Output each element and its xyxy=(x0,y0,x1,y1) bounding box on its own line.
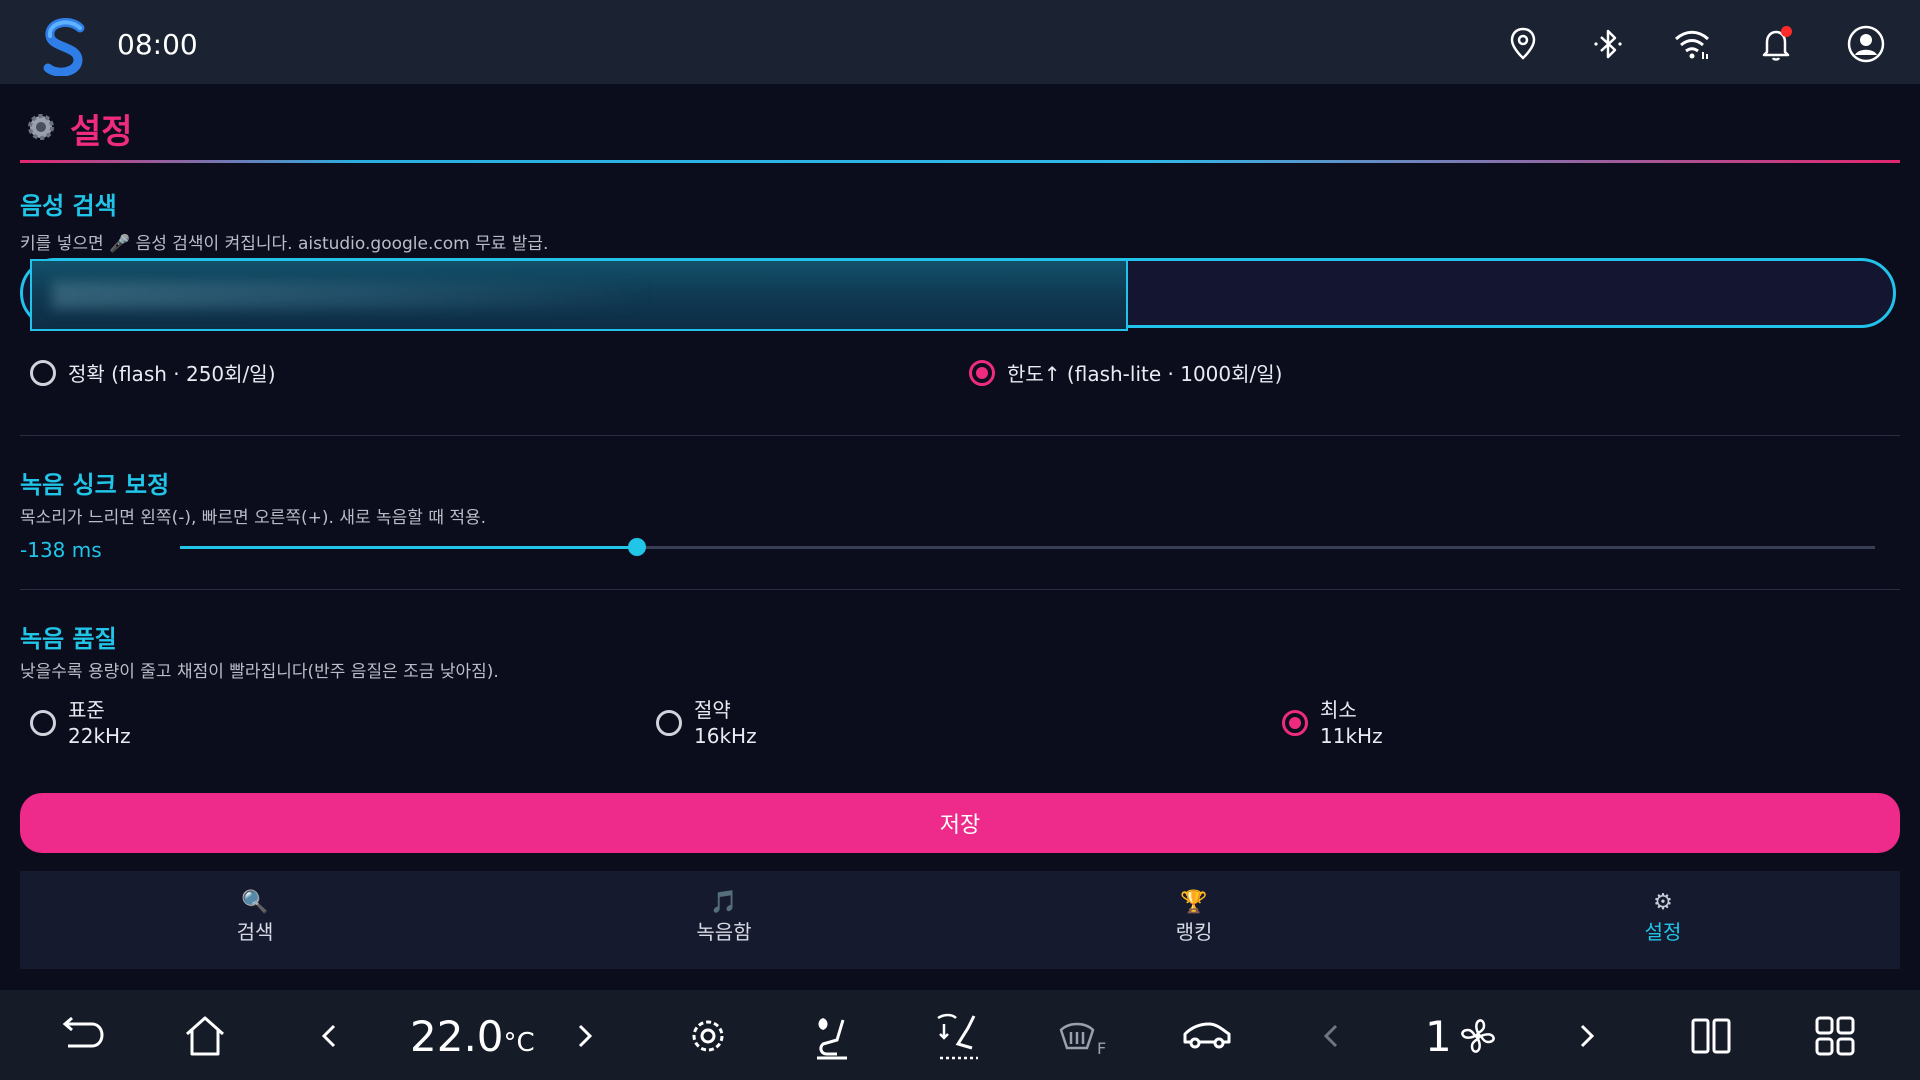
quality-rate: 22kHz xyxy=(68,724,131,748)
voice-option-flash[interactable]: 정확 (flash · 250회/일) xyxy=(30,358,276,387)
location-icon[interactable] xyxy=(1503,24,1543,64)
seat-fan-icon[interactable] xyxy=(807,1010,859,1062)
user-avatar-icon[interactable] xyxy=(1846,24,1886,64)
sync-description: 목소리가 느리면 왼쪽(-), 빠르면 오른쪽(+). 새로 녹음할 때 적용. xyxy=(20,508,487,528)
sync-slider-thumb[interactable] xyxy=(628,538,646,556)
quality-option-saver[interactable]: 절약 16kHz xyxy=(656,697,757,749)
section-divider xyxy=(20,589,1900,590)
page-title: 설정 xyxy=(70,112,133,152)
tab-label: 설정 xyxy=(1644,920,1682,944)
tab-ranking[interactable]: 🏆 랭킹 xyxy=(1094,890,1294,945)
save-button[interactable]: 저장 xyxy=(20,793,1900,853)
quality-rate: 16kHz xyxy=(694,724,757,748)
tab-recordings[interactable]: 🎵 녹음함 xyxy=(624,890,824,945)
wifi-icon[interactable] xyxy=(1672,24,1712,64)
temp-increase-icon[interactable] xyxy=(558,1010,610,1062)
quality-heading: 녹음 품질 xyxy=(20,625,117,653)
quality-option-standard[interactable]: 표준 22kHz xyxy=(30,697,131,749)
quality-option-minimum[interactable]: 최소 11kHz xyxy=(1282,697,1383,749)
quality-name: 최소 xyxy=(1320,698,1357,722)
radio-unselected[interactable] xyxy=(30,359,56,386)
tab-label: 녹음함 xyxy=(696,920,752,944)
quality-rate: 11kHz xyxy=(1320,724,1383,748)
home-icon[interactable] xyxy=(179,1010,231,1062)
gear-icon: ⚙ xyxy=(1653,890,1673,915)
tab-search[interactable]: 🔍 검색 xyxy=(155,890,355,945)
air-direction-icon[interactable] xyxy=(932,1010,984,1062)
tab-label: 검색 xyxy=(236,920,274,944)
radio-selected[interactable] xyxy=(969,359,995,386)
radio-selected[interactable] xyxy=(1282,710,1308,736)
fan-speed-value: 1 xyxy=(1425,1012,1452,1061)
api-key-obscured-value[interactable] xyxy=(30,259,1128,331)
settings-gear-icon[interactable] xyxy=(682,1010,734,1062)
fan-increase-icon[interactable] xyxy=(1560,1010,1612,1062)
sync-slider-fill xyxy=(180,546,637,549)
sync-heading: 녹음 싱크 보정 xyxy=(20,471,170,499)
front-defrost-icon[interactable]: F xyxy=(1057,1010,1109,1062)
radio-unselected[interactable] xyxy=(656,710,682,736)
trophy-icon: 🏆 xyxy=(1180,890,1208,915)
quality-name: 절약 xyxy=(694,698,731,722)
temperature-readout: 22.0°C xyxy=(410,1012,535,1061)
app-logo-icon[interactable] xyxy=(40,17,90,77)
temp-decrease-icon[interactable] xyxy=(304,1010,356,1062)
fan-icon xyxy=(1452,1010,1504,1062)
section-divider xyxy=(20,435,1900,436)
radio-unselected[interactable] xyxy=(30,710,56,736)
notification-bell-icon[interactable] xyxy=(1756,24,1796,64)
app-grid-icon[interactable] xyxy=(1809,1010,1861,1062)
voice-option-flash-lite[interactable]: 한도↑ (flash-lite · 1000회/일) xyxy=(969,358,1282,387)
clock: 08:00 xyxy=(117,28,198,61)
voice-search-heading: 음성 검색 xyxy=(20,192,117,220)
radio-label: 한도↑ (flash-lite · 1000회/일) xyxy=(1007,362,1283,386)
gear-icon xyxy=(22,108,60,146)
fan-decrease-icon[interactable] xyxy=(1306,1010,1358,1062)
fan-speed-readout: 1 xyxy=(1425,1012,1452,1061)
back-icon[interactable] xyxy=(54,1010,106,1062)
defrost-label: F xyxy=(1097,1039,1106,1058)
voice-search-description: 키를 넣으면 🎤 음성 검색이 켜집니다. aistudio.google.co… xyxy=(20,234,549,254)
temperature-unit: °C xyxy=(503,1028,535,1058)
tab-settings[interactable]: ⚙ 설정 xyxy=(1563,890,1763,945)
car-icon[interactable] xyxy=(1181,1010,1233,1062)
quality-name: 표준 xyxy=(68,698,105,722)
bluetooth-icon[interactable] xyxy=(1588,24,1628,64)
temperature-value: 22.0 xyxy=(410,1012,504,1061)
sync-value-label: -138 ms xyxy=(20,538,102,562)
status-bar xyxy=(0,0,1920,84)
quality-description: 낮을수록 용량이 줄고 채점이 빨라집니다(반주 음질은 조금 낮아짐). xyxy=(20,662,499,682)
search-icon: 🔍 xyxy=(241,890,269,915)
music-note-icon: 🎵 xyxy=(710,890,738,915)
radio-label: 정확 (flash · 250회/일) xyxy=(68,362,276,386)
split-screen-icon[interactable] xyxy=(1685,1010,1737,1062)
notification-badge xyxy=(1781,26,1792,37)
title-divider xyxy=(20,160,1900,163)
tab-label: 랭킹 xyxy=(1175,920,1213,944)
